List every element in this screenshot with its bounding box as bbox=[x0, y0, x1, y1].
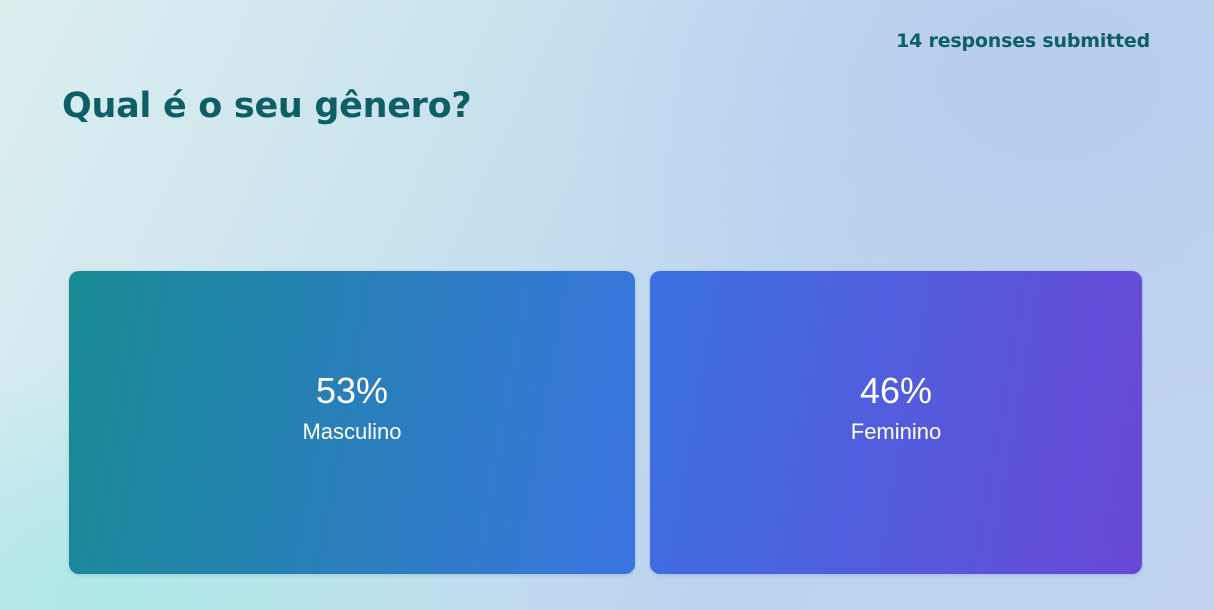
tile-category-label: Masculino bbox=[302, 418, 402, 444]
tile-category-label: Feminino bbox=[850, 418, 942, 444]
tile-percentage: 46% bbox=[859, 369, 933, 411]
result-tile-masculino: 53% Masculino bbox=[69, 271, 635, 574]
result-tile-feminino: 46% Feminino bbox=[650, 271, 1142, 574]
question-title: Qual é o seu gênero? bbox=[62, 86, 472, 126]
responses-count: 14 responses submitted bbox=[896, 30, 1150, 52]
results-chart: 53% Masculino 46% Feminino bbox=[69, 271, 1142, 574]
tile-percentage: 53% bbox=[315, 369, 389, 411]
